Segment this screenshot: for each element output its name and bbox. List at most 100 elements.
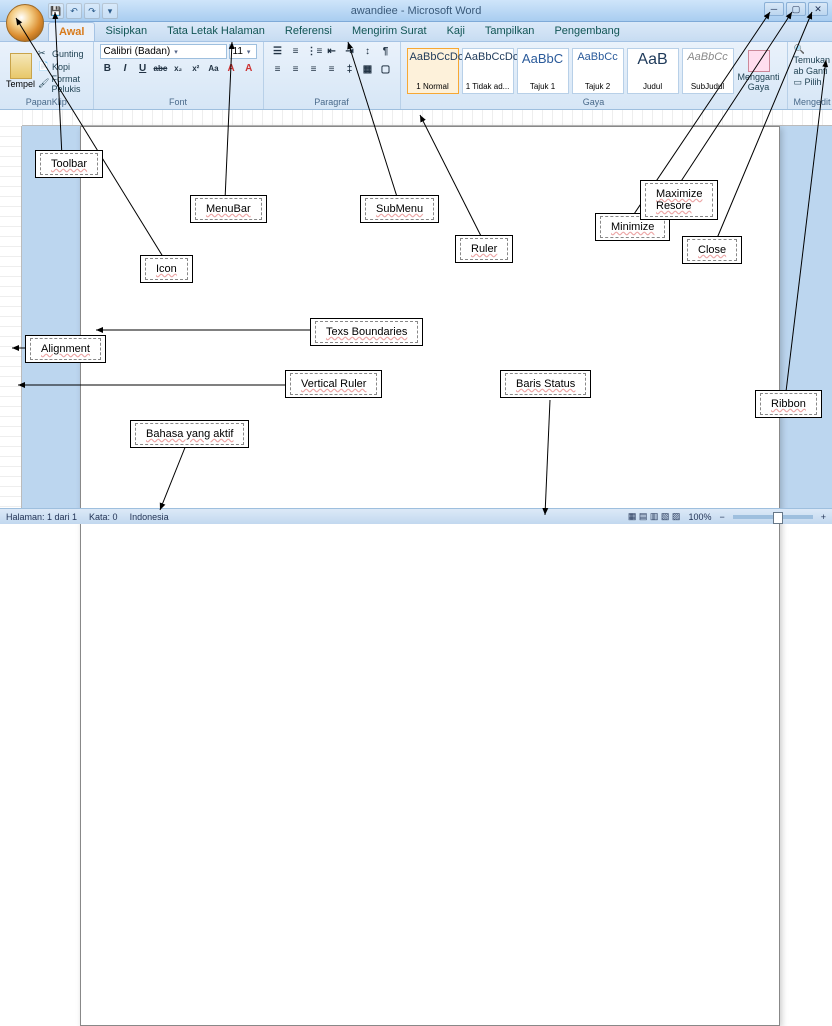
linespacing-button[interactable]: ‡ — [342, 62, 358, 78]
strike-button[interactable]: abc — [153, 61, 169, 77]
qat-more[interactable]: ▾ — [102, 3, 118, 19]
qat-save[interactable]: 💾 — [48, 3, 64, 19]
zoom-slider[interactable] — [733, 515, 813, 519]
horizontal-ruler[interactable] — [22, 110, 832, 126]
indent-inc-button[interactable]: ⇥ — [342, 44, 358, 60]
group-paragraph: ☰ ≡ ⋮≡ ⇤ ⇥ ↕ ¶ ≡ ≡ ≡ ≡ ‡ ▦ ▢ Paragraf — [264, 42, 401, 109]
office-button[interactable] — [6, 4, 44, 42]
align-right-button[interactable]: ≡ — [306, 62, 322, 78]
status-page[interactable]: Halaman: 1 dari 1 — [6, 512, 77, 522]
group-editing-label: Mengedit — [794, 97, 831, 107]
callout-texs: Texs Boundaries — [310, 318, 423, 346]
scissors-icon: ✂ — [38, 48, 50, 60]
numbering-button[interactable]: ≡ — [288, 44, 304, 60]
group-font-label: Font — [100, 97, 257, 107]
fontcolor-button[interactable]: A — [241, 61, 257, 77]
sort-button[interactable]: ↕ — [360, 44, 376, 60]
tab-awal[interactable]: Awal — [48, 22, 95, 41]
paste-button[interactable]: Tempel — [6, 53, 35, 89]
callout-submenu: SubMenu — [360, 195, 439, 223]
highlight-button[interactable]: A — [223, 61, 239, 77]
status-bar: Halaman: 1 dari 1 Kata: 0 Indonesia ▦ ▤ … — [0, 508, 832, 524]
group-clipboard: Tempel ✂Gunting 📄Kopi 🖌Format Pelukis Pa… — [0, 42, 94, 109]
window-controls: ─ ▢ ✕ — [764, 2, 828, 16]
tab-kaji[interactable]: Kaji — [437, 22, 475, 41]
align-left-button[interactable]: ≡ — [270, 62, 286, 78]
shading-button[interactable]: ▦ — [360, 62, 376, 78]
group-font: Calibri (Badan) 11 B I U abc x₂ x² Aa A … — [94, 42, 264, 109]
qat-redo[interactable]: ↷ — [84, 3, 100, 19]
callout-baris: Baris Status — [500, 370, 591, 398]
subscript-button[interactable]: x₂ — [170, 61, 186, 77]
minimize-button[interactable]: ─ — [764, 2, 784, 16]
superscript-button[interactable]: x² — [188, 61, 204, 77]
window-title: awandiee - Microsoft Word — [351, 5, 482, 17]
copy-button[interactable]: 📄Kopi — [38, 61, 87, 73]
justify-button[interactable]: ≡ — [324, 62, 340, 78]
tab-pengembang[interactable]: Pengembang — [544, 22, 629, 41]
underline-button[interactable]: U — [135, 61, 151, 77]
maximize-button[interactable]: ▢ — [786, 2, 806, 16]
callout-menubar: MenuBar — [190, 195, 267, 223]
paste-icon — [10, 53, 32, 79]
view-buttons[interactable]: ▦ ▤ ▥ ▧ ▨ — [628, 511, 681, 522]
find-button[interactable]: 🔍 Temukan — [794, 44, 831, 65]
tab-surat[interactable]: Mengirim Surat — [342, 22, 437, 41]
ribbon-tabs: Awal Sisipkan Tata Letak Halaman Referen… — [0, 22, 832, 42]
callout-toolbar: Toolbar — [35, 150, 103, 178]
group-editing: 🔍 Temukan ab Ganti ▭ Pilih Mengedit — [788, 42, 832, 109]
vertical-ruler[interactable] — [0, 126, 22, 508]
tab-sisipkan[interactable]: Sisipkan — [95, 22, 157, 41]
callout-alignment: Alignment — [25, 335, 106, 363]
quick-access-toolbar: 💾 ↶ ↷ ▾ — [48, 3, 118, 19]
bold-button[interactable]: B — [100, 61, 116, 77]
style-h1[interactable]: AaBbCTajuk 1 — [517, 48, 569, 94]
group-clipboard-label: PapanKlip — [6, 97, 87, 107]
tab-tataletak[interactable]: Tata Letak Halaman — [157, 22, 275, 41]
qat-undo[interactable]: ↶ — [66, 3, 82, 19]
multilevel-button[interactable]: ⋮≡ — [306, 44, 322, 60]
formatpainter-button[interactable]: 🖌Format Pelukis — [38, 74, 87, 94]
status-language[interactable]: Indonesia — [130, 512, 169, 522]
case-button[interactable]: Aa — [206, 61, 222, 77]
bullets-button[interactable]: ☰ — [270, 44, 286, 60]
callout-icon: Icon — [140, 255, 193, 283]
callout-bahasa: Bahasa yang aktif — [130, 420, 249, 448]
style-title[interactable]: AaBJudul — [627, 48, 679, 94]
callout-vruler: Vertical Ruler — [285, 370, 382, 398]
group-paragraph-label: Paragraf — [270, 97, 394, 107]
paste-label: Tempel — [6, 79, 35, 89]
zoom-level[interactable]: 100% — [688, 512, 711, 522]
titlebar: 💾 ↶ ↷ ▾ awandiee - Microsoft Word ─ ▢ ✕ — [0, 0, 832, 22]
ribbon: Tempel ✂Gunting 📄Kopi 🖌Format Pelukis Pa… — [0, 42, 832, 110]
italic-button[interactable]: I — [117, 61, 133, 77]
callout-ribbon: Ribbon — [755, 390, 822, 418]
style-subtitle[interactable]: AaBbCcSubJudul — [682, 48, 734, 94]
style-h2[interactable]: AaBbCcTajuk 2 — [572, 48, 624, 94]
align-center-button[interactable]: ≡ — [288, 62, 304, 78]
style-nospacing[interactable]: AaBbCcDc1 Tidak ad... — [462, 48, 514, 94]
callout-ruler: Ruler — [455, 235, 513, 263]
cut-button[interactable]: ✂Gunting — [38, 48, 87, 60]
font-format-row: B I U abc x₂ x² Aa A A — [100, 61, 257, 77]
select-button[interactable]: ▭ Pilih — [794, 77, 822, 88]
borders-button[interactable]: ▢ — [378, 62, 394, 78]
change-styles-button[interactable]: Mengganti Gaya — [737, 50, 781, 92]
group-styles: AaBbCcDc1 Normal AaBbCcDc1 Tidak ad... A… — [401, 42, 788, 109]
status-words[interactable]: Kata: 0 — [89, 512, 118, 522]
font-size-select[interactable]: 11 — [229, 44, 257, 59]
font-name-select[interactable]: Calibri (Badan) — [100, 44, 227, 59]
copy-icon: 📄 — [38, 61, 50, 73]
callout-maxres: Maximize Resore — [640, 180, 718, 220]
showhide-button[interactable]: ¶ — [378, 44, 394, 60]
change-styles-icon — [748, 50, 770, 72]
brush-icon: 🖌 — [38, 78, 49, 90]
indent-dec-button[interactable]: ⇤ — [324, 44, 340, 60]
tab-tampilkan[interactable]: Tampilkan — [475, 22, 545, 41]
group-styles-label: Gaya — [407, 97, 781, 107]
tab-referensi[interactable]: Referensi — [275, 22, 342, 41]
callout-close: Close — [682, 236, 742, 264]
close-button[interactable]: ✕ — [808, 2, 828, 16]
style-normal[interactable]: AaBbCcDc1 Normal — [407, 48, 459, 94]
replace-button[interactable]: ab Ganti — [794, 66, 828, 76]
